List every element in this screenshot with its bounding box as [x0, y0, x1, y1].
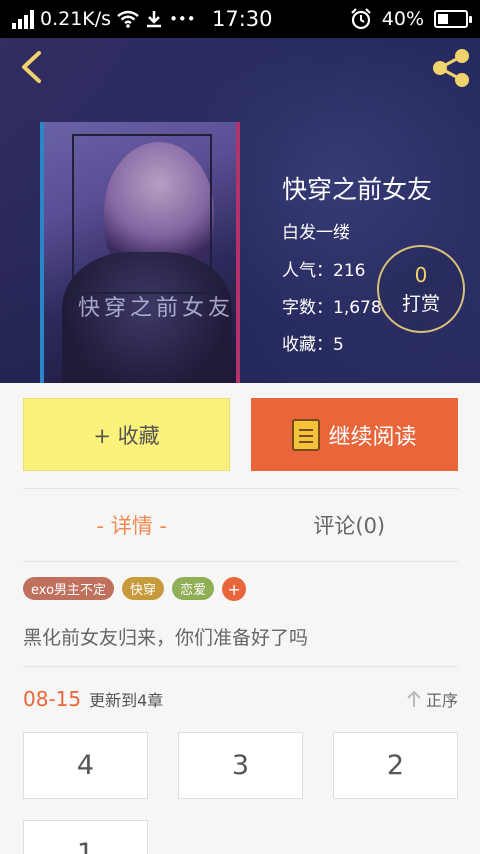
book-description: 黑化前女友归来，你们准备好了吗	[23, 627, 309, 649]
tag-quick-travel[interactable]: 快穿	[122, 577, 165, 600]
battery-percent: 40%	[381, 8, 424, 30]
tag-label: 快穿	[130, 583, 157, 598]
update-text: 更新到4章	[89, 691, 164, 710]
sort-button[interactable]: 正序	[406, 684, 458, 714]
back-button[interactable]	[14, 50, 48, 84]
book-author[interactable]: 白发一缕	[282, 218, 432, 243]
tab-details[interactable]: - 详情 -	[23, 489, 241, 561]
add-tag-button[interactable]: +	[222, 577, 247, 601]
divider	[23, 666, 458, 667]
tab-comments[interactable]: 评论(0)	[241, 489, 459, 561]
signal-icon	[12, 9, 34, 29]
chapter-button[interactable]: 2	[333, 732, 458, 799]
more-status-icon: •••	[169, 10, 196, 28]
tag-exo[interactable]: exo男主不定	[23, 577, 115, 600]
cover-frame	[72, 134, 212, 294]
tip-label: 打赏	[401, 292, 440, 315]
status-left: 0.21K/s •••	[12, 8, 196, 30]
arrow-up-icon	[407, 690, 421, 707]
update-date: 08-15	[23, 687, 82, 711]
book-icon	[292, 418, 321, 451]
book-header: 快穿之前女友 快穿之前女友 白发一缕 人气：216 字数：1,678 收藏：5 …	[0, 38, 480, 383]
chevron-left-icon	[22, 51, 41, 83]
continue-reading-label: 继续阅读	[328, 424, 417, 450]
sort-label: 正序	[425, 691, 458, 710]
chapter-number: 4	[76, 750, 95, 781]
update-row: 08-15 更新到4章 正序	[23, 684, 458, 714]
tab-comments-label: 评论(0)	[313, 514, 386, 538]
chapter-number: 1	[76, 838, 95, 854]
chapter-number: 2	[386, 750, 405, 781]
book-cover[interactable]: 快穿之前女友	[40, 122, 240, 383]
tip-button[interactable]: 0 打赏	[377, 245, 465, 333]
download-icon	[147, 11, 162, 28]
tag-list: exo男主不定 快穿 恋爱 +	[23, 577, 247, 601]
share-icon	[433, 49, 469, 87]
battery-icon	[434, 10, 472, 28]
chapter-button[interactable]: 1	[23, 820, 148, 854]
clock: 17:30	[212, 7, 273, 31]
battery-fill	[438, 14, 448, 24]
collect-button[interactable]: + 收藏	[23, 398, 230, 471]
tab-details-label: - 详情 -	[96, 514, 167, 538]
continue-reading-button[interactable]: 继续阅读	[251, 398, 458, 471]
tag-romance[interactable]: 恋爱	[172, 577, 215, 600]
status-right: 40%	[350, 0, 472, 38]
tag-label: exo男主不定	[31, 583, 107, 598]
tip-count: 0	[414, 262, 428, 287]
collect-label: + 收藏	[93, 423, 160, 448]
chapter-button[interactable]: 3	[178, 732, 303, 799]
favorites-stat: 收藏：5	[282, 335, 344, 355]
status-bar: 0.21K/s ••• 17:30 40%	[0, 0, 480, 38]
cover-title: 快穿之前女友	[78, 296, 235, 321]
share-button[interactable]	[430, 48, 472, 88]
network-speed: 0.21K/s	[40, 8, 112, 30]
chapter-number: 3	[231, 750, 250, 781]
detail-tabs: - 详情 - 评论(0)	[23, 488, 458, 562]
chapter-button[interactable]: 4	[23, 732, 148, 799]
alarm-icon	[350, 8, 371, 30]
book-title: 快穿之前女友	[282, 175, 433, 204]
tag-label: 恋爱	[180, 583, 207, 598]
wifi-icon	[117, 10, 139, 28]
